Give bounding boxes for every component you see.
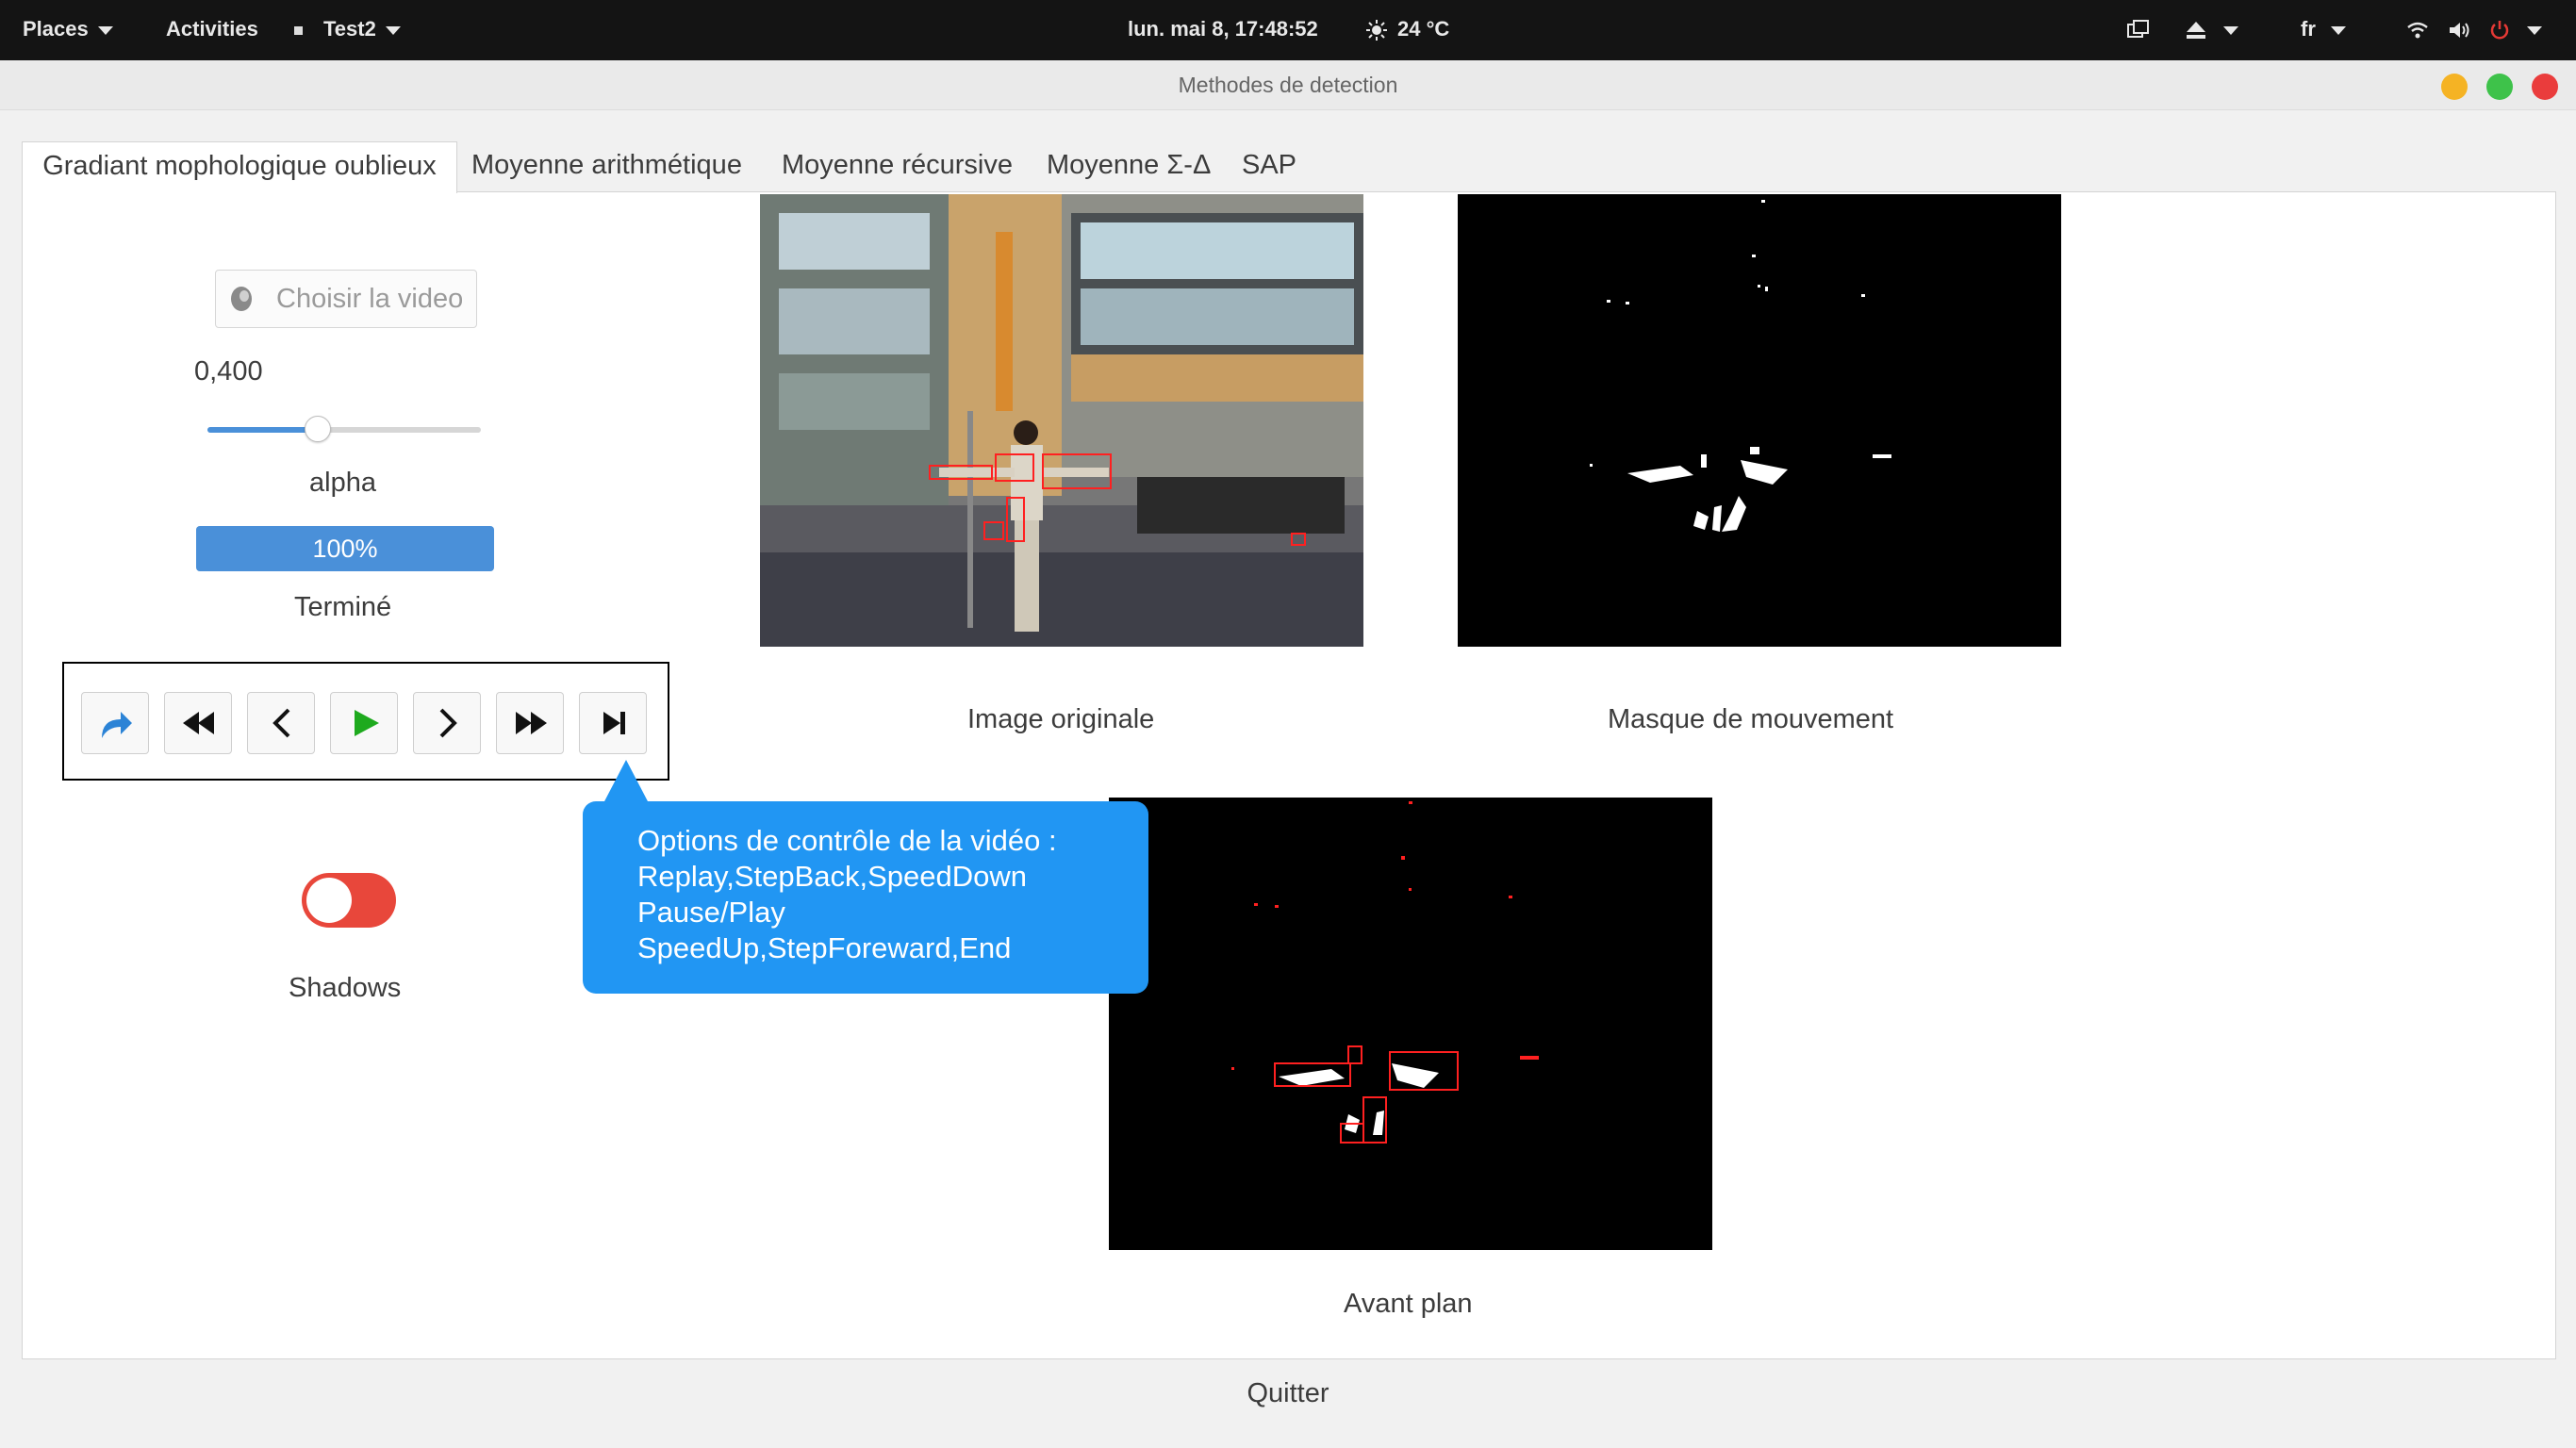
app-menu[interactable]: Test2 (294, 0, 401, 60)
playback-controls (62, 662, 669, 781)
tooltip-line-4: SpeedUp,StepForeward,End (637, 931, 1012, 964)
choose-video-button[interactable]: Choisir la video (215, 270, 477, 328)
alpha-label: alpha (309, 468, 376, 498)
shadows-toggle-knob (306, 878, 352, 923)
minimize-button[interactable] (2441, 74, 2468, 100)
app-menu-label: Test2 (323, 17, 376, 41)
chevron-down-icon (97, 25, 113, 35)
progress-text: 100% (312, 535, 378, 563)
chevron-down-icon (2330, 25, 2346, 35)
video-file-icon (231, 287, 252, 311)
places-menu[interactable]: Places (23, 0, 113, 60)
quit-button[interactable]: Quitter (0, 1378, 2576, 1409)
end-button[interactable] (579, 692, 647, 754)
alpha-slider-handle[interactable] (305, 416, 331, 442)
clock[interactable]: lun. mai 8, 17:48:52 (1128, 0, 1318, 60)
weather-indicator[interactable]: 24 °C (1365, 0, 1449, 60)
foreground-caption: Avant plan (1344, 1289, 1473, 1319)
status-text: Terminé (294, 592, 392, 622)
tab-gradiant-morphologique[interactable]: Gradiant mophologique oublieux (22, 141, 457, 193)
close-button[interactable] (2532, 74, 2558, 100)
replay-icon (102, 712, 132, 738)
playback-controls-tooltip: Options de contrôle de la vidéo : Replay… (583, 760, 1148, 994)
motion-mask-image (1458, 194, 2061, 647)
window-switcher-icon[interactable] (2127, 0, 2150, 60)
tab-sap[interactable]: SAP (1242, 141, 1296, 192)
window-title-bar: Methodes de detection (0, 60, 2576, 110)
alpha-slider-fill (207, 427, 317, 433)
foreground-image (1109, 798, 1712, 1250)
speed-down-button[interactable] (164, 692, 232, 754)
step-back-icon (272, 708, 290, 738)
volume-icon (2450, 23, 2469, 39)
motion-mask-caption: Masque de mouvement (1608, 704, 1894, 734)
end-icon (603, 712, 625, 734)
speed-up-icon (516, 712, 547, 734)
tooltip-line-1: Options de contrôle de la vidéo : (637, 824, 1057, 857)
eject-icon (2187, 22, 2205, 40)
replay-button[interactable] (81, 692, 149, 754)
maximize-button[interactable] (2486, 74, 2513, 100)
tab-moyenne-sigma-delta[interactable]: Moyenne Σ-Δ (1047, 141, 1211, 192)
activities-button[interactable]: Activities (166, 0, 258, 60)
places-label: Places (23, 17, 89, 41)
step-forward-button[interactable] (413, 692, 481, 754)
original-image-caption: Image originale (967, 704, 1155, 734)
language-menu[interactable]: fr (2301, 0, 2346, 60)
alpha-value: 0,400 (194, 356, 263, 387)
wifi-icon (2407, 22, 2428, 39)
system-top-bar: Places Activities Test2 lun. mai 8, 17:4… (0, 0, 2576, 60)
tab-moyenne-recursive[interactable]: Moyenne récursive (782, 141, 1013, 192)
app-icon (294, 25, 303, 35)
system-status-menu[interactable] (2406, 0, 2543, 60)
speed-up-button[interactable] (496, 692, 564, 754)
sun-icon (1366, 20, 1387, 41)
tab-moyenne-arithmetique[interactable]: Moyenne arithmétique (471, 141, 742, 192)
progress-bar: 100% (196, 526, 494, 571)
speed-down-icon (183, 712, 214, 734)
play-pause-button[interactable] (330, 692, 398, 754)
choose-video-label: Choisir la video (276, 284, 464, 314)
tooltip-line-3: Pause/Play (637, 896, 785, 929)
window-title: Methodes de detection (1178, 73, 1398, 97)
play-icon (355, 710, 379, 736)
chevron-down-icon (385, 25, 401, 35)
step-back-button[interactable] (247, 692, 315, 754)
tooltip-line-2: Replay,StepBack,SpeedDown (637, 860, 1028, 893)
chevron-down-icon (2223, 25, 2238, 35)
shadows-toggle[interactable] (302, 873, 396, 928)
alpha-slider[interactable] (207, 416, 481, 442)
original-image (760, 194, 1363, 647)
weather-label: 24 °C (1397, 17, 1450, 41)
power-icon (2491, 21, 2509, 40)
chevron-down-icon (2527, 25, 2543, 35)
language-label: fr (2301, 17, 2316, 41)
eject-menu[interactable] (2186, 0, 2238, 60)
shadows-label: Shadows (289, 973, 402, 1003)
step-forward-icon (439, 708, 457, 738)
tooltip-arrow (603, 760, 649, 803)
